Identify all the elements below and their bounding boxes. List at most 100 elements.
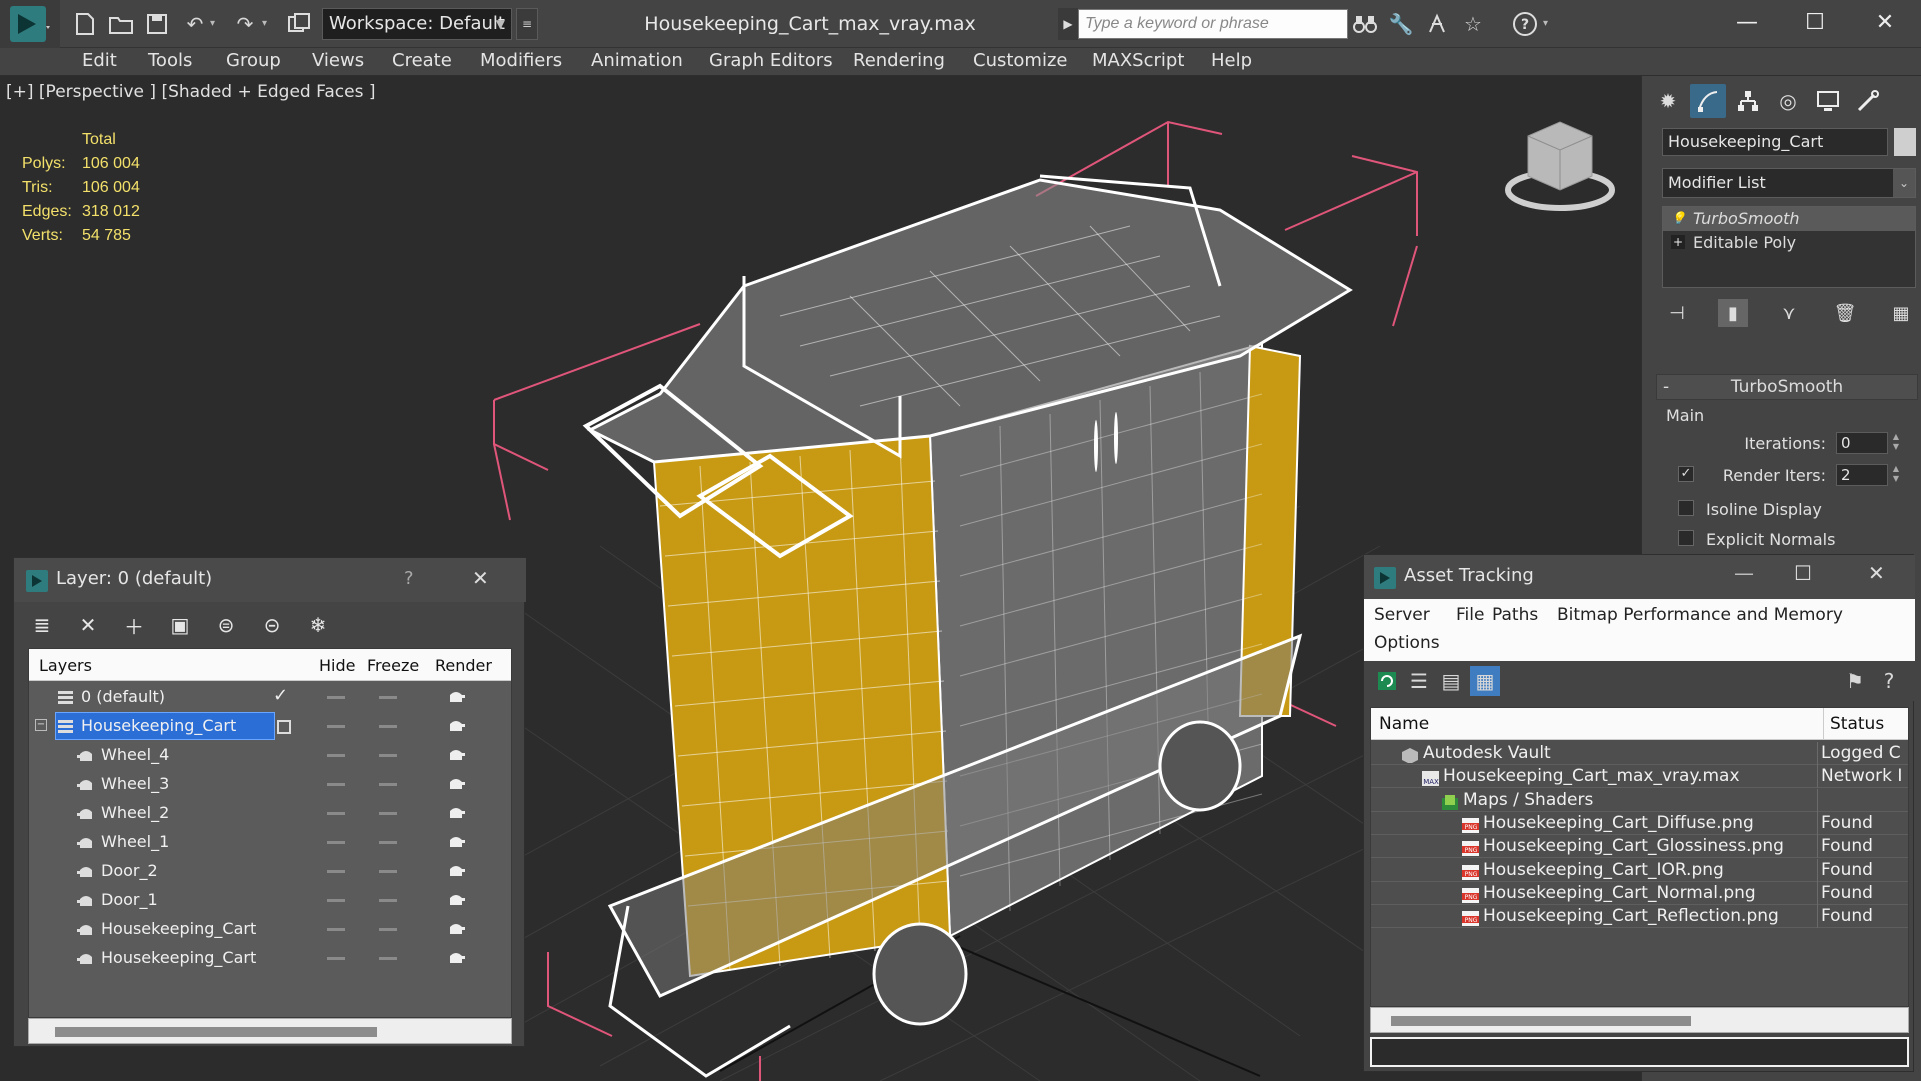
menu-graph-editors[interactable]: Graph Editors <box>709 50 833 71</box>
list-view-icon[interactable]: ☰ <box>1404 666 1434 696</box>
asset-tracking-titlebar[interactable]: Asset Tracking — ☐ ✕ <box>1364 555 1915 599</box>
hide-toggle[interactable] <box>327 928 345 931</box>
menu-options[interactable]: Options <box>1374 633 1440 653</box>
hierarchy-tab-icon[interactable] <box>1730 84 1766 118</box>
menu-bitmap-performance[interactable]: Bitmap Performance and Memory <box>1557 605 1843 625</box>
menu-rendering[interactable]: Rendering <box>853 50 945 71</box>
render-iters-spinner[interactable]: 2 <box>1836 464 1888 486</box>
isoline-display-checkbox[interactable] <box>1678 500 1694 516</box>
asset-row[interactable]: Autodesk Vault Logged C <box>1371 742 1908 765</box>
freeze-toggle[interactable] <box>379 783 397 786</box>
modify-tab-icon[interactable] <box>1690 84 1726 118</box>
column-freeze[interactable]: Freeze <box>367 656 419 675</box>
render-teapot-icon[interactable] <box>447 718 465 732</box>
menu-tools[interactable]: Tools <box>148 50 192 71</box>
set-current-layer-icon[interactable] <box>277 720 291 734</box>
render-teapot-icon[interactable] <box>447 747 465 761</box>
menu-group[interactable]: Group <box>226 50 281 71</box>
open-file-icon[interactable] <box>106 9 136 39</box>
layer-row[interactable]: Wheel_2 <box>29 799 511 827</box>
freeze-toggle[interactable] <box>379 870 397 873</box>
object-name-field[interactable]: Housekeeping_Cart <box>1662 128 1888 156</box>
undo-icon[interactable]: ↶ <box>180 9 210 39</box>
select-in-layer-icon[interactable]: ▣ <box>162 609 198 641</box>
wrench-icon[interactable]: 🔧 <box>1386 9 1416 39</box>
menu-views[interactable]: Views <box>312 50 364 71</box>
column-status[interactable]: Status <box>1823 708 1884 740</box>
close-icon[interactable]: ✕ <box>472 566 489 590</box>
menu-edit[interactable]: Edit <box>82 50 117 71</box>
render-teapot-icon[interactable] <box>447 805 465 819</box>
menu-file[interactable]: File <box>1456 605 1484 625</box>
search-input[interactable]: Type a keyword or phrase <box>1078 9 1348 39</box>
maximize-window-icon[interactable]: ☐ <box>1780 0 1850 44</box>
modifier-list-dropdown[interactable]: Modifier List ⌄ <box>1662 168 1916 198</box>
column-layers[interactable]: Layers <box>39 656 92 675</box>
workspace-dropdown[interactable]: Workspace: Default ▼ <box>322 8 512 40</box>
render-teapot-icon[interactable] <box>447 863 465 877</box>
hide-toggle[interactable] <box>327 812 345 815</box>
save-file-icon[interactable] <box>142 9 172 39</box>
hide-toggle[interactable] <box>327 725 345 728</box>
render-teapot-icon[interactable] <box>447 834 465 848</box>
highlight-selected-icon[interactable]: ⊜ <box>208 609 244 641</box>
thumbnail-view-icon[interactable]: ▤ <box>1436 666 1466 696</box>
asset-row[interactable]: PNG Housekeeping_Cart_Diffuse.png Found <box>1371 811 1908 835</box>
binoculars-icon[interactable] <box>1350 9 1380 39</box>
remove-modifier-icon[interactable]: 🗑 <box>1830 299 1860 327</box>
pin-stack-icon[interactable]: ⊣ <box>1662 299 1692 327</box>
menu-paths[interactable]: Paths <box>1492 605 1538 625</box>
rollout-header[interactable]: - TurboSmooth <box>1656 374 1918 400</box>
search-expand-icon[interactable]: ▶ <box>1058 8 1078 40</box>
layer-row[interactable]: − Housekeeping_Cart <box>29 712 511 740</box>
workspace-menu-icon[interactable]: ≡ <box>516 8 538 40</box>
make-unique-icon[interactable]: ⋎ <box>1774 299 1804 327</box>
refresh-icon[interactable] <box>1372 666 1402 696</box>
configure-modifier-sets-icon[interactable]: ▦ <box>1886 299 1916 327</box>
column-hide[interactable]: Hide <box>319 656 355 675</box>
column-name[interactable]: Name <box>1379 714 1429 734</box>
freeze-all-layers-icon[interactable]: ❄ <box>300 609 336 641</box>
menu-help[interactable]: Help <box>1211 50 1252 71</box>
freeze-toggle[interactable] <box>379 841 397 844</box>
favorites-star-icon[interactable]: ☆ <box>1458 9 1488 39</box>
menu-server[interactable]: Server <box>1374 605 1430 625</box>
column-render[interactable]: Render <box>435 656 492 675</box>
hide-toggle[interactable] <box>327 783 345 786</box>
undo-dropdown-icon[interactable]: ▾ <box>210 18 215 29</box>
asset-row[interactable]: MAX Housekeeping_Cart_max_vray.max Network… <box>1371 765 1908 789</box>
help-dropdown-icon[interactable]: ▾ <box>1543 18 1548 29</box>
create-tab-icon[interactable]: ✹ <box>1650 84 1686 118</box>
show-end-result-icon[interactable]: ▮ <box>1718 299 1748 327</box>
add-to-layer-icon[interactable]: ＋ <box>116 609 152 641</box>
display-tab-icon[interactable] <box>1810 84 1846 118</box>
freeze-toggle[interactable] <box>379 928 397 931</box>
help-icon[interactable]: ? <box>1874 666 1904 696</box>
layer-row[interactable]: Housekeeping_Cart <box>29 944 511 972</box>
spinner-arrows-icon[interactable]: ▲ ▼ <box>1890 464 1902 486</box>
minimize-window-icon[interactable]: — <box>1734 561 1754 585</box>
layer-row[interactable]: Door_1 <box>29 886 511 914</box>
table-view-icon[interactable]: ▦ <box>1470 666 1500 696</box>
motion-tab-icon[interactable]: ◎ <box>1770 84 1806 118</box>
freeze-toggle[interactable] <box>379 725 397 728</box>
hide-toggle[interactable] <box>327 841 345 844</box>
close-icon[interactable]: ✕ <box>1868 561 1885 585</box>
hide-toggle[interactable] <box>327 754 345 757</box>
stack-item-turbosmooth[interactable]: 💡 TurboSmooth <box>1663 207 1915 231</box>
new-file-icon[interactable] <box>70 9 100 39</box>
close-window-icon[interactable]: ✕ <box>1850 0 1920 44</box>
spinner-arrows-icon[interactable]: ▲ ▼ <box>1890 432 1902 454</box>
layer-row[interactable]: Wheel_3 <box>29 770 511 798</box>
stack-item-editable-poly[interactable]: + Editable Poly <box>1663 231 1915 255</box>
expand-plus-icon[interactable]: + <box>1671 235 1685 249</box>
freeze-toggle[interactable] <box>379 754 397 757</box>
app-logo-icon[interactable] <box>0 0 60 48</box>
highlight-icon[interactable]: ⚑ <box>1840 666 1870 696</box>
layer-explorer-titlebar[interactable]: Layer: 0 (default) ? ✕ <box>14 558 526 602</box>
freeze-toggle[interactable] <box>379 899 397 902</box>
freeze-toggle[interactable] <box>379 696 397 699</box>
layer-row[interactable]: Housekeeping_Cart <box>29 915 511 943</box>
asset-row[interactable]: Maps / Shaders <box>1371 788 1908 812</box>
asset-path-field[interactable] <box>1370 1037 1909 1067</box>
